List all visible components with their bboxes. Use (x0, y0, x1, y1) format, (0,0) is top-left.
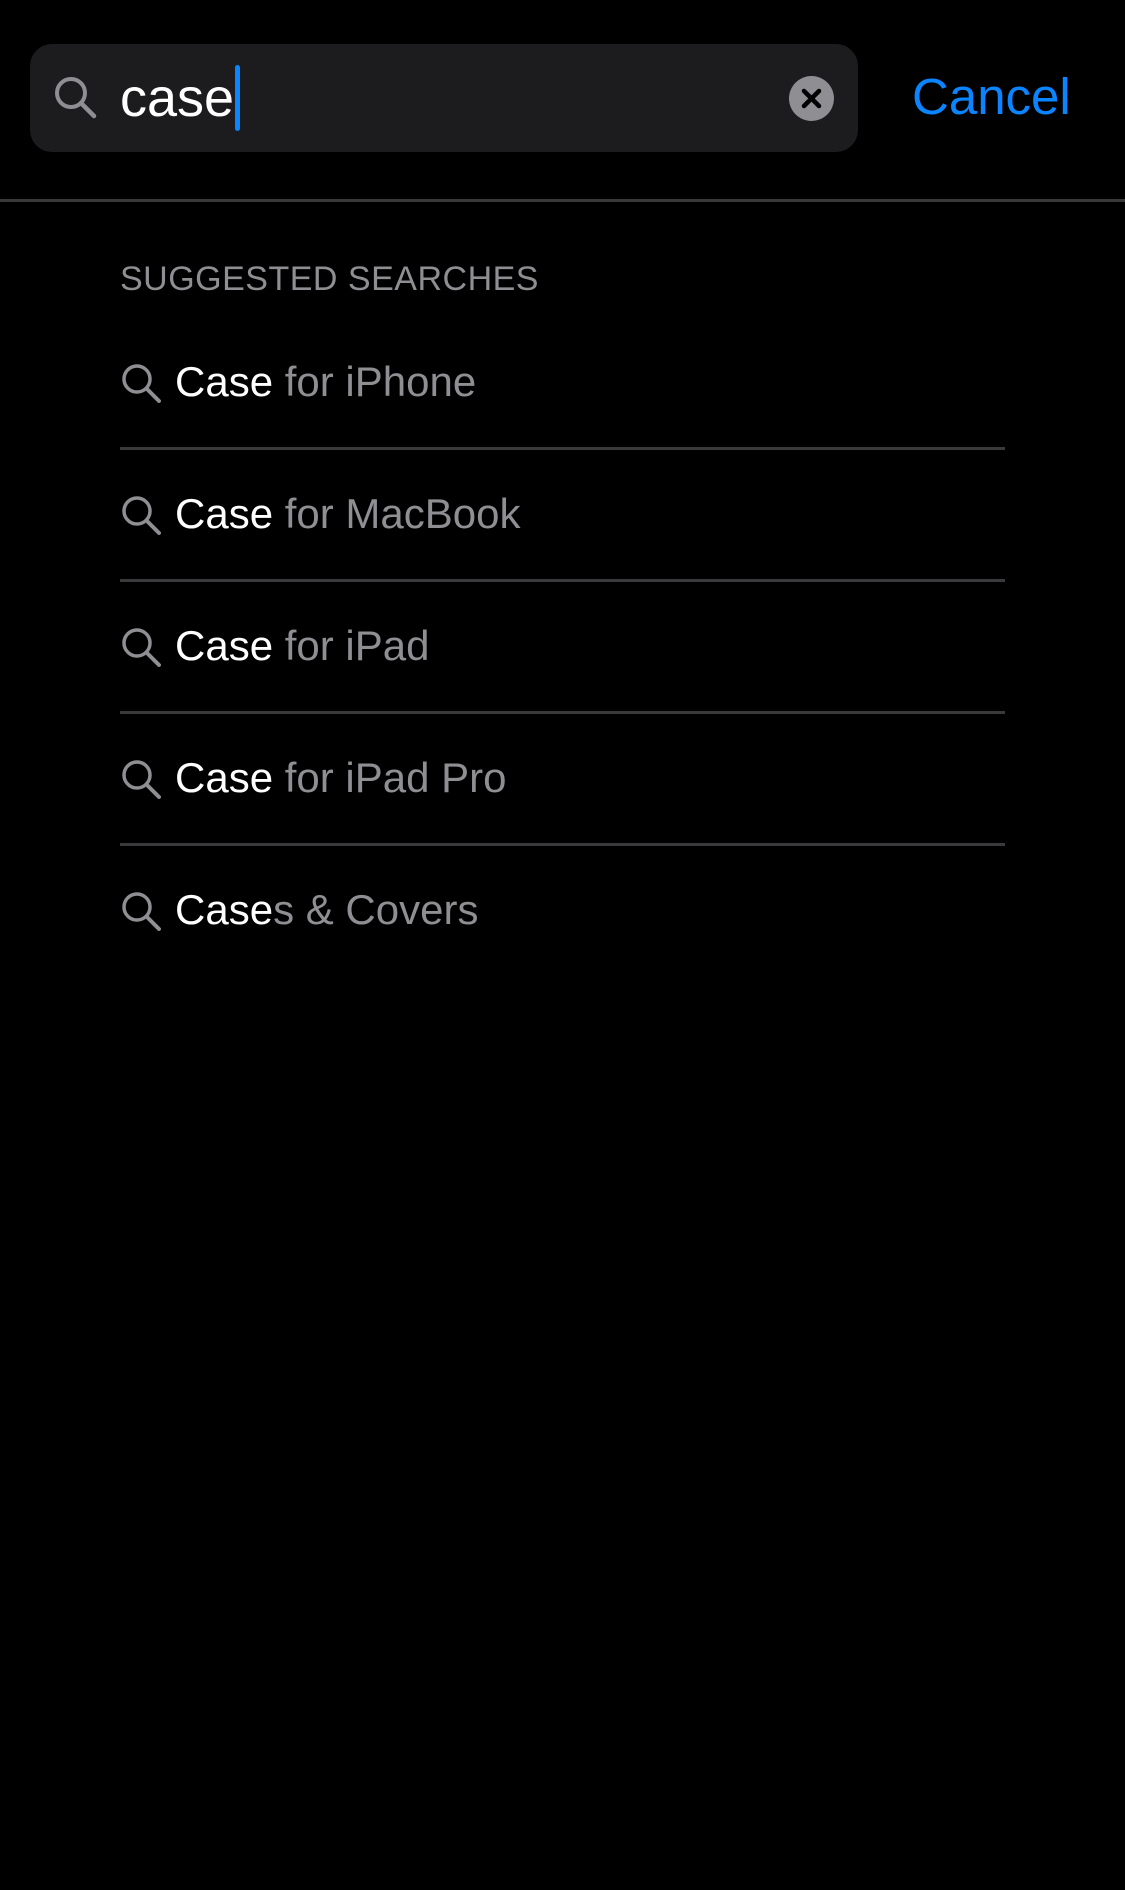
header-divider (0, 199, 1125, 202)
search-icon (52, 74, 100, 122)
suggestion-match-text: Case (175, 358, 274, 405)
search-icon (120, 626, 162, 668)
suggestion-label: Case for iPad (175, 620, 429, 672)
suggestion-match-text: Case (175, 622, 274, 669)
suggestion-rest-text: for MacBook (273, 490, 521, 537)
search-field[interactable]: case (30, 44, 858, 152)
suggestion-label: Case for iPhone (175, 356, 476, 408)
suggestion-item[interactable]: Case for iPhone (120, 318, 1005, 450)
cancel-button[interactable]: Cancel (912, 64, 1071, 130)
suggestion-label: Cases & Covers (175, 884, 478, 936)
suggestion-item[interactable]: Case for iPad (120, 582, 1005, 714)
suggestion-rest-text: for iPhone (273, 358, 477, 405)
suggestion-label: Case for MacBook (175, 488, 521, 540)
suggested-searches-title: SUGGESTED SEARCHES (120, 260, 539, 298)
search-icon (120, 494, 162, 536)
suggestion-item[interactable]: Case for MacBook (120, 450, 1005, 582)
clear-icon (801, 88, 822, 109)
suggestion-rest-text: s & Covers (273, 886, 479, 933)
suggestion-item[interactable]: Case for iPad Pro (120, 714, 1005, 846)
search-icon (120, 890, 162, 932)
suggestion-list: Case for iPhone Case for MacBook Case fo… (120, 318, 1005, 978)
search-query-text: case (120, 68, 235, 128)
search-header: case Cancel (0, 0, 1125, 202)
suggestion-item[interactable]: Cases & Covers (120, 846, 1005, 978)
search-input[interactable]: case (120, 64, 241, 132)
suggestion-rest-text: for iPad Pro (273, 754, 507, 801)
suggestion-label: Case for iPad Pro (175, 752, 507, 804)
suggestion-match-text: Case (175, 490, 274, 537)
suggestion-match-text: Case (175, 754, 274, 801)
clear-search-button[interactable] (789, 76, 834, 121)
search-icon (120, 758, 162, 800)
suggestion-match-text: Case (175, 886, 274, 933)
text-cursor (235, 65, 241, 131)
search-screen: case Cancel SUGGESTED SEARCHES Case for … (0, 0, 1125, 1890)
suggestion-rest-text: for iPad (273, 622, 430, 669)
search-icon (120, 362, 162, 404)
